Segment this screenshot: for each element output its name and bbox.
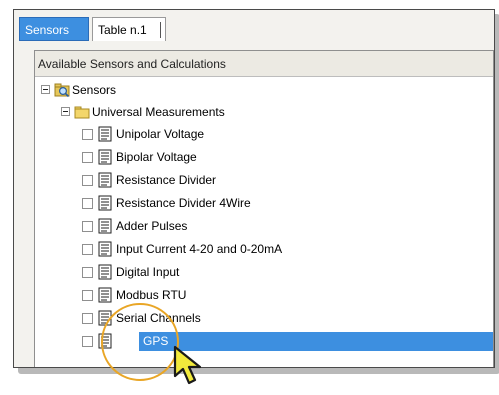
sensors-window: Sensors Table n.1 Available Sensors and … bbox=[13, 9, 495, 368]
tab-table-n1-label: Table n.1 bbox=[98, 23, 147, 37]
checkbox[interactable] bbox=[82, 290, 93, 301]
document-icon bbox=[98, 172, 112, 188]
document-icon bbox=[98, 218, 112, 234]
checkbox[interactable] bbox=[82, 267, 93, 278]
tree-item-label: Adder Pulses bbox=[116, 219, 188, 233]
checkbox[interactable] bbox=[82, 129, 93, 140]
sensors-panel: Available Sensors and Calculations Senso… bbox=[34, 50, 494, 367]
tree-item-label: Digital Input bbox=[116, 265, 180, 279]
document-icon bbox=[98, 264, 112, 280]
tree-item-label: Unipolar Voltage bbox=[116, 127, 205, 141]
tree-item-label: Input Current 4-20 and 0-20mA bbox=[116, 242, 283, 256]
document-icon bbox=[98, 149, 112, 165]
tree-item-label: Modbus RTU bbox=[116, 288, 187, 302]
tree-node-sensors[interactable]: Sensors bbox=[35, 79, 493, 102]
tree-item-modbus-rtu[interactable]: Modbus RTU bbox=[35, 284, 493, 307]
checkbox[interactable] bbox=[82, 175, 93, 186]
panel-header: Available Sensors and Calculations bbox=[35, 51, 493, 77]
checkbox[interactable] bbox=[82, 221, 93, 232]
tab-separator bbox=[160, 22, 161, 38]
tree-item-input-current[interactable]: Input Current 4-20 and 0-20mA bbox=[35, 238, 493, 261]
tree-item-unipolar-voltage[interactable]: Unipolar Voltage bbox=[35, 123, 493, 146]
tab-sensors[interactable]: Sensors bbox=[19, 17, 89, 41]
tree-item-resistance-divider-4wire[interactable]: Resistance Divider 4Wire bbox=[35, 192, 493, 215]
click-highlight-circle bbox=[101, 303, 179, 381]
collapse-icon[interactable] bbox=[41, 85, 50, 94]
tree-item-label: Resistance Divider 4Wire bbox=[116, 196, 251, 210]
document-icon bbox=[98, 126, 112, 142]
sensors-folder-icon bbox=[54, 83, 70, 98]
checkbox[interactable] bbox=[82, 198, 93, 209]
tree-item-adder-pulses[interactable]: Adder Pulses bbox=[35, 215, 493, 238]
document-icon bbox=[98, 195, 112, 211]
tree-item-label: Resistance Divider bbox=[116, 173, 217, 187]
checkbox[interactable] bbox=[82, 244, 93, 255]
tree-item-digital-input[interactable]: Digital Input bbox=[35, 261, 493, 284]
document-icon bbox=[98, 241, 112, 257]
tree-node-label: Sensors bbox=[72, 83, 117, 97]
checkbox[interactable] bbox=[82, 152, 93, 163]
document-icon bbox=[98, 287, 112, 303]
mouse-pointer-icon bbox=[173, 345, 202, 385]
tab-bar: Sensors Table n.1 bbox=[19, 17, 489, 41]
tab-sensors-label: Sensors bbox=[25, 23, 70, 37]
tree-item-bipolar-voltage[interactable]: Bipolar Voltage bbox=[35, 146, 493, 169]
folder-icon bbox=[74, 106, 90, 119]
tree-node-universal-measurements[interactable]: Universal Measurements bbox=[35, 101, 493, 124]
tree-item-resistance-divider[interactable]: Resistance Divider bbox=[35, 169, 493, 192]
checkbox[interactable] bbox=[82, 336, 93, 347]
checkbox[interactable] bbox=[82, 313, 93, 324]
tree-node-label: Universal Measurements bbox=[92, 105, 225, 119]
collapse-icon[interactable] bbox=[61, 107, 70, 116]
tab-table-n1[interactable]: Table n.1 bbox=[92, 17, 166, 41]
tree-item-label: Bipolar Voltage bbox=[116, 150, 197, 164]
sensor-tree[interactable]: Sensors Universal Measurements Unipolar … bbox=[35, 77, 493, 367]
